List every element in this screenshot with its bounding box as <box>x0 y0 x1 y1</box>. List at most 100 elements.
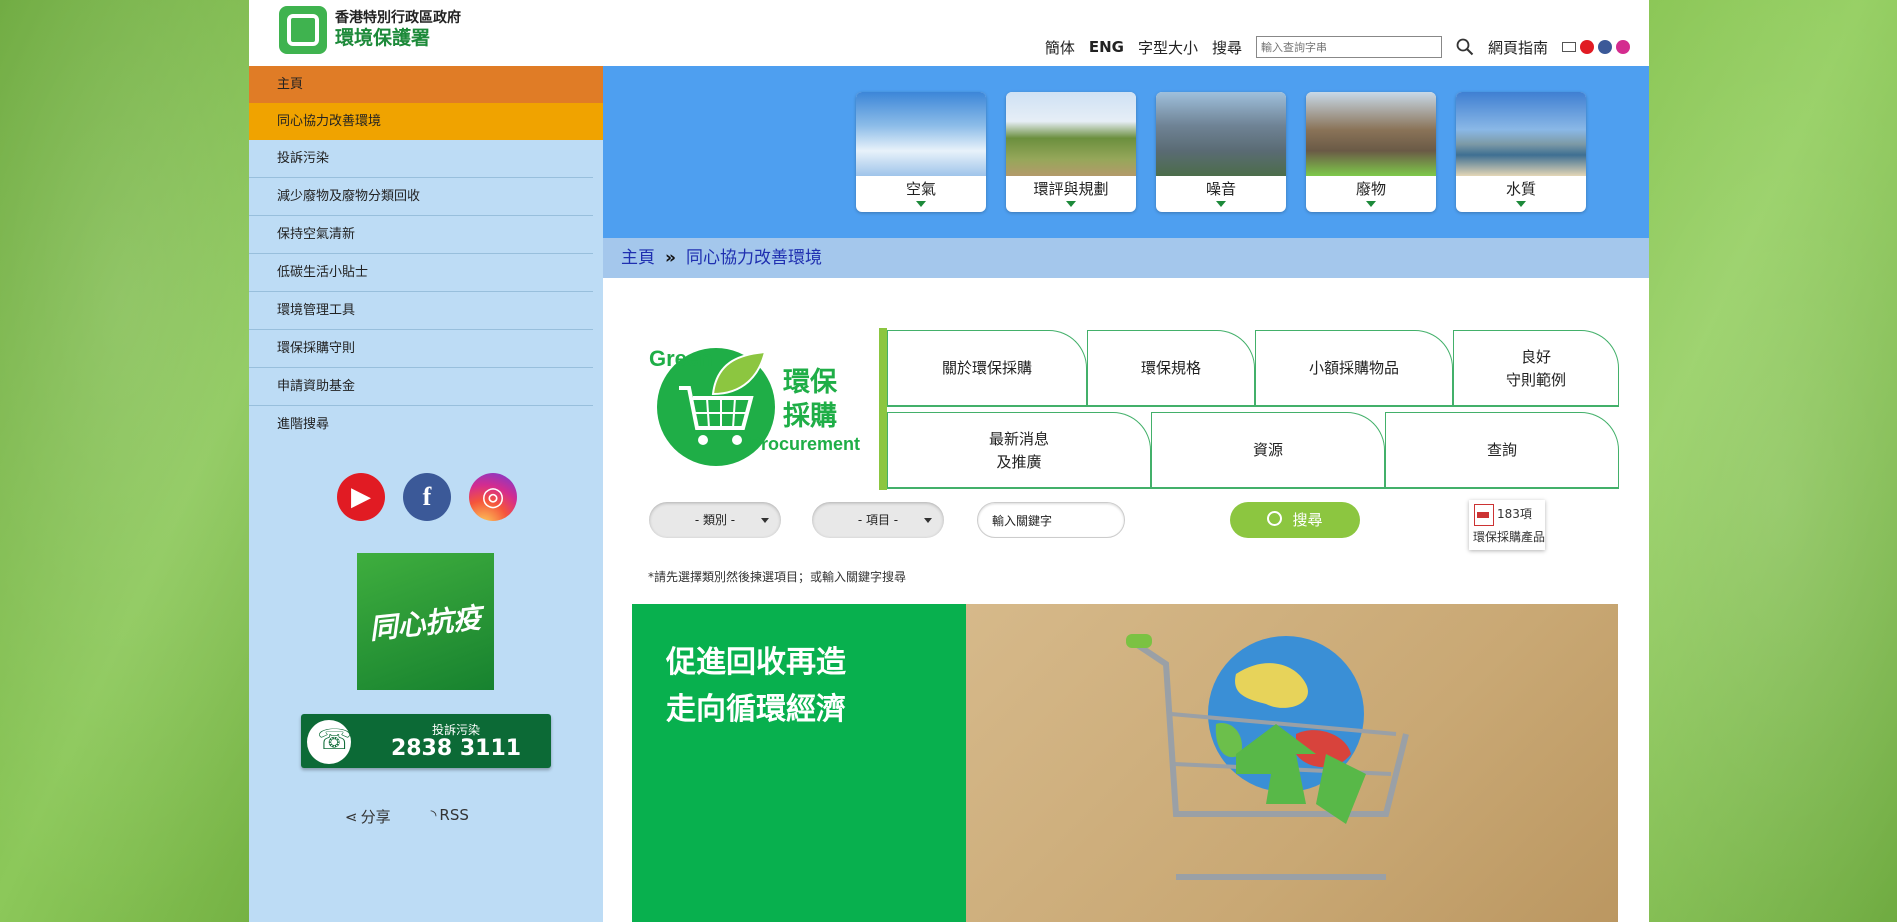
gp-title-line1: 環保 <box>783 367 837 398</box>
hotline-number: 2838 3111 <box>390 736 522 761</box>
hotline-banner[interactable]: 投訴污染 2838 3111 <box>301 714 551 768</box>
epd-logo[interactable]: 香港特別行政區政府 環境保護署 <box>279 6 461 54</box>
topic-tile-label: 噪音 <box>1205 180 1236 198</box>
youtube-icon[interactable] <box>1580 40 1594 54</box>
sidebar-item-complaint[interactable]: 投訴污染 <box>249 140 593 178</box>
products-count-label: 環保採購產品 <box>1473 530 1546 544</box>
topic-tile-label: 環評與規劃 <box>1033 180 1109 198</box>
sidebar-item-env-management[interactable]: 環境管理工具 <box>249 292 593 330</box>
breadcrumb: 主頁 » 同心協力改善環境 <box>603 238 1649 278</box>
gp-products-count[interactable]: 183項 環保採購產品 <box>1469 500 1545 550</box>
simplified-chinese-link[interactable]: 簡体 <box>1045 37 1075 58</box>
air-image <box>856 92 986 176</box>
tab-gp-specs[interactable]: 環保規格 <box>1087 330 1255 406</box>
caret-down-icon <box>1066 201 1076 207</box>
category-select[interactable]: - 類別 - <box>649 502 781 538</box>
item-select[interactable]: - 項目 - <box>812 502 944 538</box>
cart-globe-illustration <box>1126 634 1409 880</box>
gp-search-button[interactable]: 搜尋 <box>1230 502 1360 538</box>
sidebar-item-home[interactable]: 主頁 <box>249 66 603 103</box>
tab-label: 查詢 <box>1486 441 1517 460</box>
search-input[interactable] <box>1255 36 1442 58</box>
org-name-line2: 環境保護署 <box>335 27 431 49</box>
topic-tile-label: 空氣 <box>905 180 936 198</box>
pdf-icon <box>1474 504 1494 526</box>
instagram-icon[interactable] <box>1616 40 1630 54</box>
mail-icon[interactable] <box>1562 42 1576 52</box>
topic-tile-noise[interactable]: 噪音 <box>1156 92 1286 212</box>
waste-image <box>1306 92 1436 176</box>
tab-label: 最新消息 及推廣 <box>988 430 1049 471</box>
site-header: 香港特別行政區政府 環境保護署 簡体 ENG 字型大小 搜尋 網頁指南 <box>249 0 1649 66</box>
feature-line1: 促進回收再造 <box>666 645 846 680</box>
tab-label: 環保規格 <box>1140 359 1201 378</box>
topic-tile-water[interactable]: 水質 <box>1456 92 1586 212</box>
gp-chinese-title: 環保 採購 <box>783 366 837 434</box>
tab-label: 良好 守則範例 <box>1505 348 1566 389</box>
feature-image <box>966 604 1618 922</box>
sidebar-item-funding[interactable]: 申請資助基金 <box>249 368 593 406</box>
sitemap-link[interactable]: 網頁指南 <box>1488 37 1548 58</box>
water-image <box>1456 92 1586 176</box>
share-label: 分享 <box>360 808 391 826</box>
facebook-icon[interactable]: f <box>403 473 451 521</box>
tab-row-divider <box>887 487 1619 489</box>
font-size-link[interactable]: 字型大小 <box>1138 37 1198 58</box>
tab-label: 資源 <box>1252 441 1283 460</box>
rss-link[interactable]: ◝ RSS <box>431 806 469 827</box>
share-link[interactable]: ⋖ 分享 <box>345 806 391 827</box>
gp-search-label: 搜尋 <box>1292 511 1323 529</box>
covid-banner[interactable]: 同心抗疫 <box>357 553 494 690</box>
sidebar-item-clean-air[interactable]: 保持空氣清新 <box>249 216 593 254</box>
green-procurement-logo: Green Procurement 環保 採購 <box>649 344 869 474</box>
sidebar-item-advanced-search[interactable]: 進階搜尋 <box>249 406 593 443</box>
search-hint: *請先選擇類別然後揀選項目；或輸入關鍵字搜尋 <box>648 570 907 584</box>
sidebar-item-waste-reduction[interactable]: 減少廢物及廢物分類回收 <box>249 178 593 216</box>
epd-logo-icon <box>279 6 327 54</box>
search-label: 搜尋 <box>1211 38 1242 57</box>
search-icon <box>1267 511 1283 526</box>
topic-tile-eia[interactable]: 環評與規劃 <box>1006 92 1136 212</box>
topic-tile-air[interactable]: 空氣 <box>856 92 986 212</box>
caret-down-icon <box>1216 201 1226 207</box>
breadcrumb-separator: » <box>665 248 676 268</box>
gp-green-text: Green <box>649 346 713 371</box>
feature-banner[interactable]: 促進回收再造 走向循環經濟 <box>632 604 1618 922</box>
leaf-icon <box>711 350 767 396</box>
youtube-icon[interactable]: ▶ <box>337 473 385 521</box>
feature-title: 促進回收再造 走向循環經濟 <box>666 640 846 733</box>
share-icon: ⋖ <box>345 808 358 826</box>
eia-image <box>1006 92 1136 176</box>
breadcrumb-current[interactable]: 同心協力改善環境 <box>686 248 822 268</box>
topic-tile-label: 廢物 <box>1355 180 1386 198</box>
instagram-icon[interactable]: ◎ <box>469 473 517 521</box>
org-name-line1: 香港特別行政區政府 <box>335 10 461 27</box>
top-links: 簡体 ENG 字型大小 搜尋 網頁指南 <box>1045 36 1649 58</box>
phone-icon <box>307 720 352 764</box>
tab-resources[interactable]: 資源 <box>1151 412 1385 488</box>
tab-label: 小額採購物品 <box>1308 359 1399 378</box>
share-row: ⋖ 分享 ◝ RSS <box>345 806 469 827</box>
facebook-icon[interactable] <box>1598 40 1612 54</box>
tab-good-practice[interactable]: 良好 守則範例 <box>1453 330 1619 406</box>
english-link[interactable]: ENG <box>1089 38 1124 56</box>
breadcrumb-home[interactable]: 主頁 <box>621 248 655 268</box>
keyword-input[interactable]: 輸入關鍵字 <box>977 502 1125 538</box>
feature-text-panel: 促進回收再造 走向循環經濟 <box>632 604 966 922</box>
sidebar-item-green-procurement[interactable]: 環保採購守則 <box>249 330 593 368</box>
noise-image <box>1156 92 1286 176</box>
rss-label: RSS <box>439 806 469 824</box>
search-icon[interactable] <box>1456 38 1474 56</box>
tab-enquiry[interactable]: 查詢 <box>1385 412 1619 488</box>
sidebar-item-low-carbon[interactable]: 低碳生活小貼士 <box>249 254 593 292</box>
tab-news[interactable]: 最新消息 及推廣 <box>887 412 1151 488</box>
sidebar: 主頁 同心協力改善環境 投訴污染 減少廢物及廢物分類回收 保持空氣清新 低碳生活… <box>249 66 603 922</box>
tab-about-gp[interactable]: 關於環保採購 <box>887 330 1087 406</box>
tab-small-purchases[interactable]: 小額採購物品 <box>1255 330 1453 406</box>
topic-tile-waste[interactable]: 廢物 <box>1306 92 1436 212</box>
covid-banner-text: 同心抗疫 <box>368 600 484 646</box>
caret-down-icon <box>1516 201 1526 207</box>
sidebar-item-joint-effort[interactable]: 同心協力改善環境 <box>249 103 603 140</box>
item-value: - 項目 - <box>857 513 899 527</box>
main-page: 香港特別行政區政府 環境保護署 簡体 ENG 字型大小 搜尋 網頁指南 主頁 同… <box>249 0 1649 922</box>
